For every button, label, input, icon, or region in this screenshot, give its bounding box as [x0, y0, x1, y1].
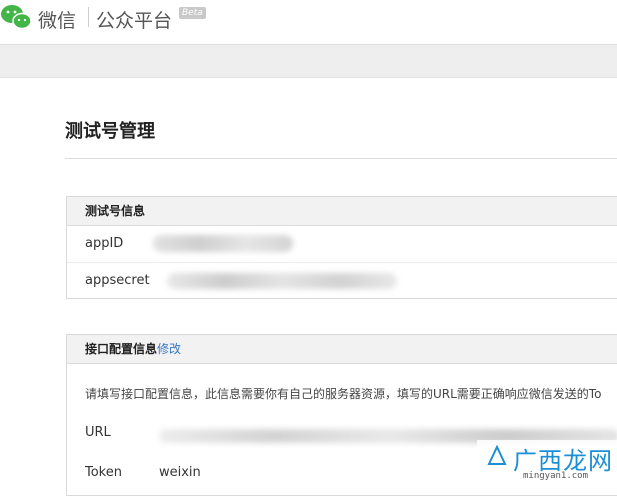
appid-value-redacted	[153, 235, 293, 252]
nav-band	[0, 44, 617, 78]
wechat-logo-icon	[1, 5, 32, 30]
interface-config-heading: 接口配置信息修改	[67, 335, 617, 364]
url-label: URL	[85, 425, 111, 440]
appsecret-label: appsecret	[85, 273, 150, 288]
edit-config-link[interactable]: 修改	[157, 342, 181, 356]
appsecret-value-redacted	[167, 273, 397, 289]
appsecret-row: appsecret	[67, 263, 617, 299]
token-value: weixin	[159, 465, 201, 480]
appid-label: appID	[85, 236, 124, 251]
page-title: 测试号管理	[65, 121, 155, 142]
beta-badge: Beta	[179, 7, 206, 19]
test-info-heading: 测试号信息	[67, 197, 617, 226]
brand-divider	[88, 7, 89, 27]
test-info-panel: 测试号信息 appID appsecret	[66, 196, 617, 299]
interface-config-description: 请填写接口配置信息，此信息需要你有自己的服务器资源，填写的URL需要正确响应微信…	[85, 387, 602, 401]
appid-row: appID	[67, 226, 617, 263]
interface-config-title: 接口配置信息	[85, 342, 158, 356]
site-watermark: 广西龙网 mingyan1.com	[477, 440, 617, 486]
watermark-logo-icon	[487, 444, 507, 465]
platform-name[interactable]: 公众平台	[96, 6, 172, 33]
token-label: Token	[85, 465, 122, 480]
top-header: 微信 公众平台 Beta	[0, 0, 617, 44]
watermark-url: mingyan1.com	[523, 471, 589, 481]
title-divider	[65, 158, 617, 159]
brand-name[interactable]: 微信	[38, 6, 76, 33]
